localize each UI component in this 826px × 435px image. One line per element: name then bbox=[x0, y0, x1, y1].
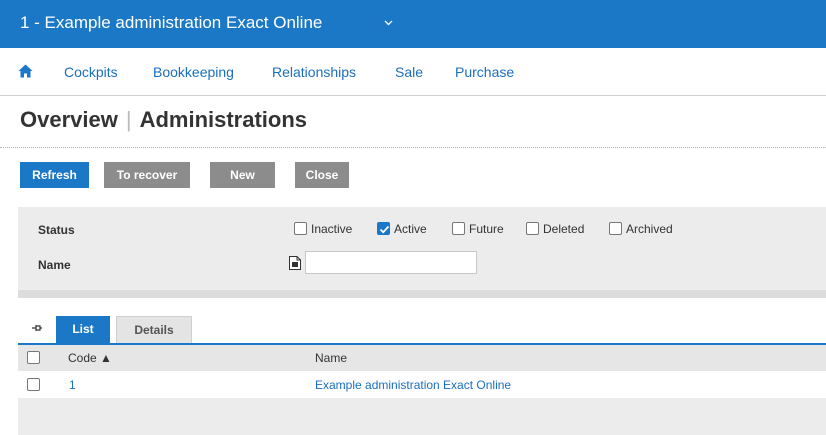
row-code-link[interactable]: 1 bbox=[69, 378, 76, 392]
table-header: Code ▲ Name bbox=[18, 345, 826, 371]
tab-details[interactable]: Details bbox=[116, 316, 192, 343]
name-label: Name bbox=[38, 258, 71, 272]
status-archived-label[interactable]: Archived bbox=[626, 222, 673, 236]
close-button[interactable]: Close bbox=[295, 162, 349, 188]
home-icon[interactable] bbox=[18, 64, 33, 78]
document-icon[interactable] bbox=[289, 256, 301, 270]
title-separator: | bbox=[125, 107, 132, 132]
main-nav: Cockpits Bookkeeping Relationships Sale … bbox=[0, 48, 826, 96]
checkmark-icon bbox=[379, 225, 390, 234]
status-future-label[interactable]: Future bbox=[469, 222, 504, 236]
table-footer bbox=[18, 398, 826, 435]
status-deleted-checkbox[interactable] bbox=[526, 222, 539, 235]
status-active-label[interactable]: Active bbox=[394, 222, 427, 236]
nav-item-purchase[interactable]: Purchase bbox=[455, 64, 514, 80]
new-button[interactable]: New bbox=[210, 162, 275, 188]
select-all-checkbox[interactable] bbox=[27, 351, 40, 364]
table-row: 1 Example administration Exact Online bbox=[18, 371, 826, 398]
page-title-administrations: Administrations bbox=[139, 107, 308, 132]
row-name-link[interactable]: Example administration Exact Online bbox=[315, 378, 511, 392]
status-deleted-label[interactable]: Deleted bbox=[543, 222, 584, 236]
column-code-header[interactable]: Code ▲ bbox=[68, 351, 112, 365]
chevron-down-icon[interactable] bbox=[383, 17, 394, 28]
nav-item-sale[interactable]: Sale bbox=[395, 64, 423, 80]
status-active-checkbox[interactable] bbox=[377, 222, 390, 235]
administration-title[interactable]: 1 - Example administration Exact Online bbox=[20, 13, 322, 33]
nav-item-cockpits[interactable]: Cockpits bbox=[64, 64, 118, 80]
status-inactive-label[interactable]: Inactive bbox=[311, 222, 352, 236]
recover-button[interactable]: To recover bbox=[104, 162, 190, 188]
nav-item-relationships[interactable]: Relationships bbox=[272, 64, 356, 80]
row-checkbox[interactable] bbox=[27, 378, 40, 391]
nav-item-bookkeeping[interactable]: Bookkeeping bbox=[153, 64, 234, 80]
status-future-checkbox[interactable] bbox=[452, 222, 465, 235]
column-name-header[interactable]: Name bbox=[315, 351, 347, 365]
page-title-overview: Overview bbox=[20, 107, 118, 132]
top-bar: 1 - Example administration Exact Online bbox=[0, 0, 826, 48]
tab-list[interactable]: List bbox=[56, 316, 110, 343]
status-label: Status bbox=[38, 223, 75, 237]
filter-panel: Status Name Inactive Active Future Delet… bbox=[18, 207, 826, 290]
refresh-button[interactable]: Refresh bbox=[20, 162, 89, 188]
status-inactive-checkbox[interactable] bbox=[294, 222, 307, 235]
title-divider bbox=[0, 147, 826, 148]
page-title: Overview | Administrations bbox=[20, 107, 307, 133]
section-divider-bar bbox=[18, 290, 826, 298]
name-input[interactable] bbox=[305, 251, 477, 274]
status-archived-checkbox[interactable] bbox=[609, 222, 622, 235]
pin-icon[interactable] bbox=[32, 323, 42, 333]
